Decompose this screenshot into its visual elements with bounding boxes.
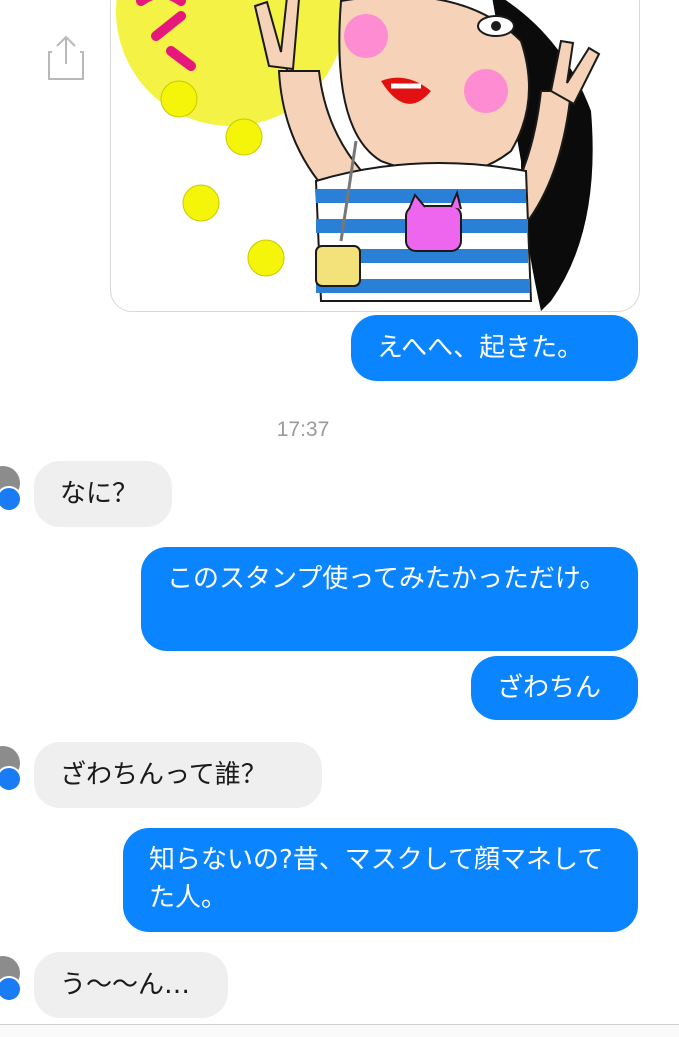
message-text: なに？ (60, 479, 139, 509)
message-text: う〜〜ん… (60, 970, 191, 1000)
message-bubble-outgoing[interactable]: このスタンプ使ってみたかっただけ。 (141, 547, 638, 651)
avatar[interactable] (0, 466, 22, 512)
message-bubble-incoming[interactable]: ざわちんって誰？ (34, 742, 322, 808)
share-icon[interactable] (46, 34, 86, 82)
avatar[interactable] (0, 746, 22, 792)
message-bubble-outgoing[interactable]: えへへ、起きた。 (351, 315, 638, 381)
message-text: 知らないの?昔、マスクして顔マネしてた人。 (149, 845, 604, 913)
message-bubble-outgoing[interactable]: ざわちん (471, 656, 638, 720)
composer-divider (0, 1024, 679, 1037)
message-bubble-incoming[interactable]: なに？ (34, 461, 172, 527)
message-text: このスタンプ使ってみたかっただけ。 (167, 564, 606, 594)
message-bubble-outgoing[interactable]: 知らないの?昔、マスクして顔マネしてた人。 (123, 828, 638, 932)
message-text: えへへ、起きた。 (377, 333, 584, 363)
message-text: ざわちん (497, 673, 602, 703)
message-text: ざわちんって誰？ (60, 760, 267, 790)
messenger-bolt-icon (0, 766, 22, 792)
message-bubble-incoming[interactable]: う〜〜ん… (34, 952, 228, 1018)
messenger-bolt-icon (0, 486, 22, 512)
timestamp: 17:37 (276, 418, 330, 441)
avatar[interactable] (0, 956, 22, 1002)
sticker-image[interactable] (110, 0, 640, 312)
messenger-bolt-icon (0, 976, 22, 1002)
